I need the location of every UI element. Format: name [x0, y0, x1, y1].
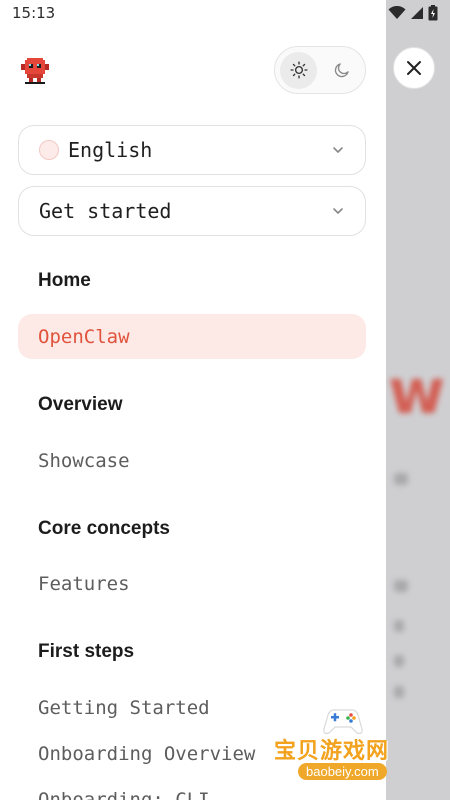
nav-item-onboarding-overview[interactable]: Onboarding Overview [38, 743, 255, 765]
nav-item-getting-started[interactable]: Getting Started [38, 697, 210, 719]
status-icons [388, 5, 438, 21]
status-bar: 15:13 [0, 0, 450, 26]
nav-item-showcase[interactable]: Showcase [38, 450, 130, 472]
moon-icon [334, 63, 349, 78]
nav-heading-home: Home [38, 270, 91, 291]
blurred-background-text [394, 580, 408, 592]
nav-item-onboarding-cli[interactable]: Onboarding: CLI [38, 789, 210, 800]
language-select-value: English [68, 138, 153, 162]
chevron-down-icon [333, 208, 343, 214]
blurred-background-heading: w [388, 355, 446, 428]
close-drawer-button[interactable] [393, 47, 435, 89]
watermark: 宝贝游戏网 baobeiy.com [268, 703, 418, 791]
nav-item-features[interactable]: Features [38, 573, 130, 595]
chevron-down-icon [333, 147, 343, 153]
nav-item-openclaw[interactable]: OpenClaw [18, 314, 366, 359]
language-flag-icon [39, 140, 59, 160]
battery-icon [428, 5, 438, 21]
close-icon [407, 61, 421, 75]
dark-theme-button[interactable] [323, 52, 360, 89]
nav-heading-overview: Overview [38, 394, 123, 415]
nav-item-label: OpenClaw [38, 325, 130, 348]
theme-toggle [274, 46, 366, 94]
language-select[interactable]: English [18, 125, 366, 175]
status-time: 15:13 [12, 4, 56, 22]
nav-heading-core-concepts: Core concepts [38, 518, 170, 539]
section-select-value: Get started [39, 199, 172, 223]
lobster-logo-icon[interactable] [19, 56, 51, 86]
navigation-drawer: English Get started Home OpenClaw Overvi… [0, 0, 386, 800]
blurred-background-text [394, 655, 404, 667]
blurred-background-text [394, 473, 408, 485]
nav-heading-first-steps: First steps [38, 641, 135, 662]
watermark-url: baobeiy.com [298, 763, 387, 780]
sun-icon [289, 61, 308, 79]
watermark-text: 宝贝游戏网 [274, 739, 390, 764]
light-theme-button[interactable] [280, 51, 317, 89]
blurred-background-text [394, 620, 404, 632]
drawer-backdrop[interactable]: w [386, 0, 450, 800]
blurred-background-text [394, 686, 404, 698]
signal-icon [411, 7, 423, 19]
section-select[interactable]: Get started [18, 186, 366, 236]
wifi-icon [388, 6, 406, 19]
